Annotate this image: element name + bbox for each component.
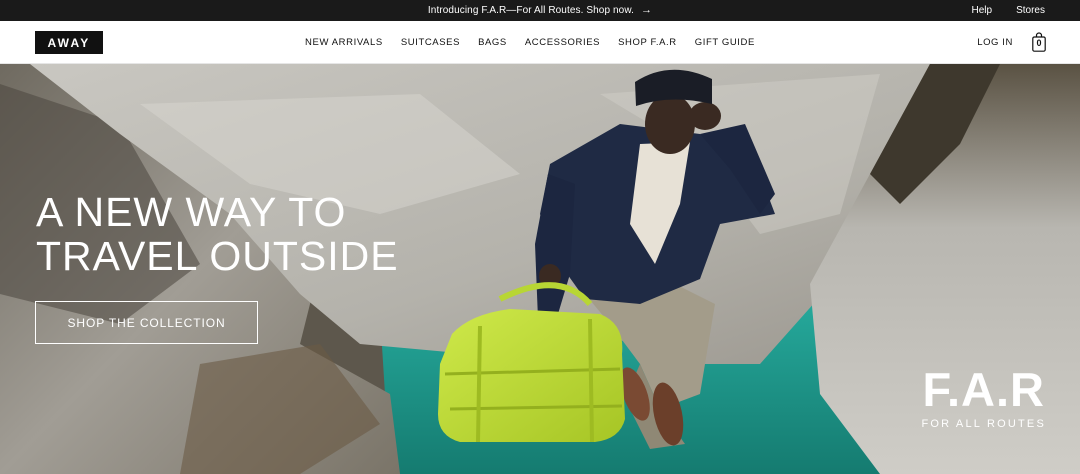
stores-link[interactable]: Stores <box>1016 5 1045 16</box>
help-link[interactable]: Help <box>972 5 993 16</box>
main-nav: NEW ARRIVALS SUITCASES BAGS ACCESSORIES … <box>0 21 1080 63</box>
utility-links: Help Stores <box>972 0 1045 21</box>
hero-headline-line1: A NEW WAY TO <box>36 189 347 235</box>
announcement-promo-link[interactable]: Introducing F.A.R—For All Routes. Shop n… <box>0 0 1080 21</box>
arrow-right-icon: → <box>640 4 653 16</box>
hero-headline: A NEW WAY TO TRAVEL OUTSIDE <box>36 190 399 278</box>
nav-gift-guide[interactable]: GIFT GUIDE <box>695 37 755 48</box>
far-brand-mark: F.A.R FOR ALL ROUTES <box>921 363 1046 431</box>
nav-new-arrivals[interactable]: NEW ARRIVALS <box>305 37 383 48</box>
login-link[interactable]: LOG IN <box>977 21 1013 63</box>
announcement-text: Introducing F.A.R—For All Routes. Shop n… <box>427 5 634 16</box>
hero-headline-line2: TRAVEL OUTSIDE <box>36 233 399 279</box>
announcement-bar: Introducing F.A.R—For All Routes. Shop n… <box>0 0 1080 21</box>
cart-button[interactable]: 0 <box>1032 32 1046 52</box>
far-logo-text: F.A.R <box>922 363 1045 416</box>
cart-count: 0 <box>1036 38 1042 48</box>
nav-shop-far[interactable]: SHOP F.A.R <box>618 37 677 48</box>
hero-banner: A NEW WAY TO TRAVEL OUTSIDE SHOP THE COL… <box>0 64 1080 474</box>
shop-collection-button[interactable]: SHOP THE COLLECTION <box>35 301 258 344</box>
nav-accessories[interactable]: ACCESSORIES <box>525 37 600 48</box>
nav-suitcases[interactable]: SUITCASES <box>401 37 460 48</box>
nav-bags[interactable]: BAGS <box>478 37 507 48</box>
far-logo-subtitle: FOR ALL ROUTES <box>921 418 1046 430</box>
site-header: AWAY NEW ARRIVALS SUITCASES BAGS ACCESSO… <box>0 21 1080 64</box>
